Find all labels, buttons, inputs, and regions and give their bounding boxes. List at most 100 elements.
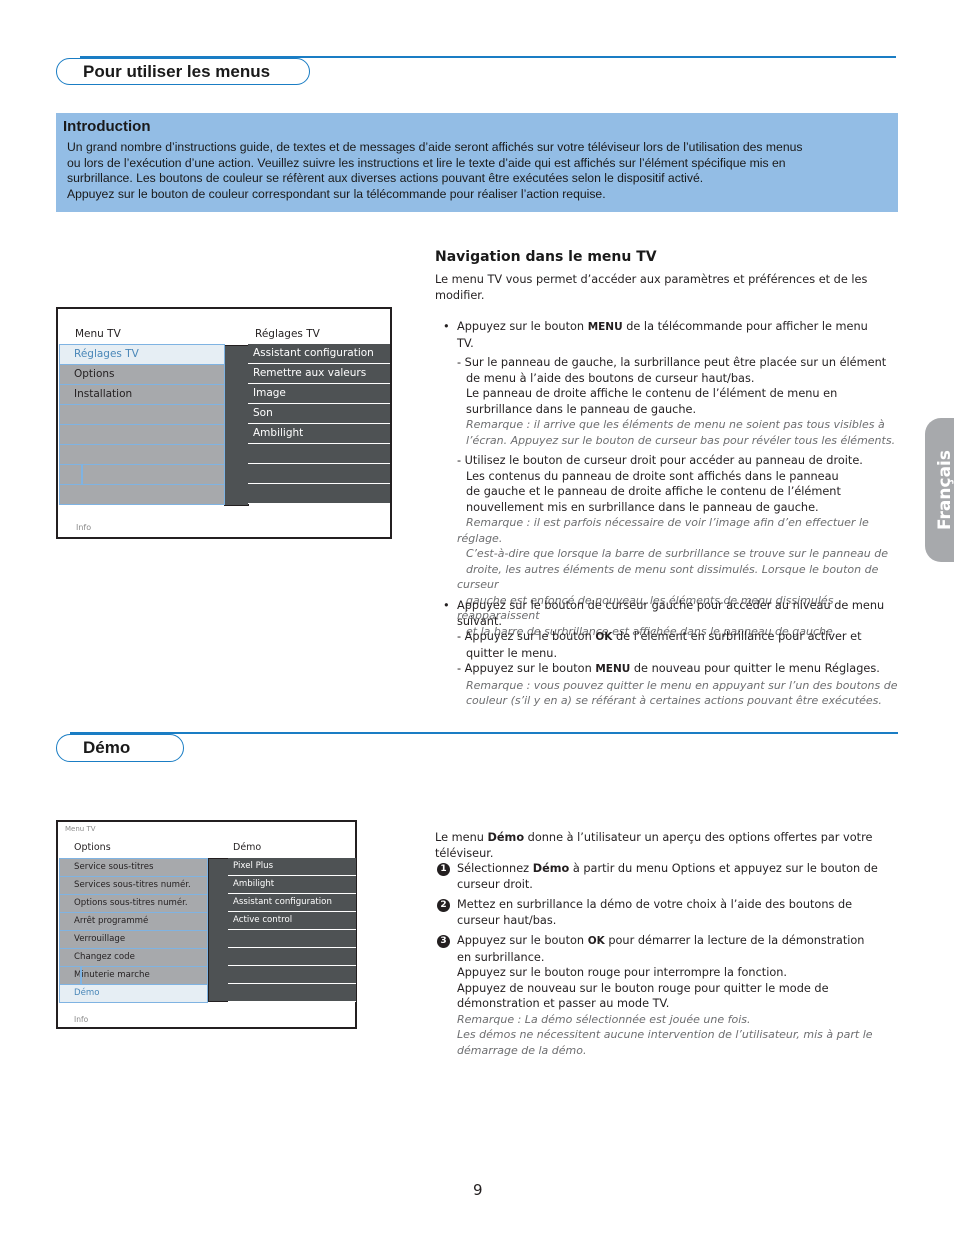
right-menu-item[interactable]: Assistant configuration [248, 344, 390, 364]
remark-line: Les démos ne nécessitent aucune interven… [457, 1028, 873, 1041]
sub-item: - Appuyez sur le bouton OK de l’élément … [457, 629, 907, 709]
text: à partir du menu Options et appuyez sur … [569, 862, 878, 875]
left-menu-item[interactable]: Services sous-titres numér. [59, 876, 208, 894]
text: - Appuyez sur le bouton [457, 630, 596, 643]
text: Sélectionnez [457, 862, 533, 875]
left-menu-item[interactable] [59, 404, 225, 424]
step-3: Appuyez sur le bouton OK pour démarrer l… [457, 933, 902, 1058]
text: Appuyez sur le bouton [457, 320, 588, 333]
left-menu-item[interactable]: Verrouillage [59, 930, 208, 948]
key-label: MENU [587, 321, 623, 333]
text-line: Les contenus du panneau de droite sont a… [466, 469, 839, 483]
right-menu-item[interactable]: Pixel Plus [228, 858, 356, 876]
step-number-icon: 3 [437, 935, 450, 948]
bullet-text: Appuyez sur le bouton de curseur gauche … [457, 598, 907, 629]
introduction-title: Introduction [63, 118, 151, 135]
right-menu-item[interactable] [228, 948, 356, 966]
left-menu-item[interactable]: Démo [59, 984, 208, 1003]
right-menu-item[interactable] [248, 464, 390, 484]
intro-line: Appuyez sur le bouton de couleur corresp… [67, 186, 606, 201]
text: - Appuyez sur le bouton [457, 662, 596, 675]
text-line: Appuyez de nouveau sur le bouton rouge p… [457, 981, 829, 995]
key-label: Démo [532, 862, 570, 875]
intro-line: surbrillance. Les boutons de couleur se … [67, 171, 704, 186]
left-menu-item[interactable]: Options [59, 364, 225, 384]
left-menu-item[interactable]: Changez code [59, 948, 208, 966]
text-line: curseur haut/bas. [457, 913, 557, 927]
left-panel-header: Menu TV [75, 328, 121, 340]
bullet-item: • [443, 598, 450, 614]
left-menu-item[interactable]: Arrêt programmé [59, 912, 208, 930]
text: Le menu [435, 831, 488, 844]
text-line: Mettez en surbrillance la démo de votre … [457, 898, 853, 911]
text-line: Le menu TV vous permet d’accéder aux par… [435, 273, 868, 286]
navigation-intro: Le menu TV vous permet d’accéder aux par… [435, 272, 867, 303]
scrollbar[interactable] [224, 345, 249, 506]
language-tab[interactable]: Français [925, 418, 954, 562]
text-line: de menu à l’aide des boutons de curseur … [466, 371, 755, 385]
right-menu-item[interactable]: Active control [228, 912, 356, 930]
step-number-icon: 1 [437, 863, 450, 876]
right-menu-item[interactable]: Ambilight [248, 424, 390, 444]
section-title-text: Pour utiliser les menus [83, 62, 271, 81]
top-label: Menu TV [65, 825, 96, 833]
remark-line: droite, les autres éléments de menu sont… [457, 562, 879, 592]
text: de la télécommande pour afficher le menu [622, 320, 868, 333]
bullet-text: Appuyez sur le bouton MENU de la télécom… [457, 319, 907, 351]
remark-line: Remarque : il est parfois nécessaire de … [457, 516, 869, 545]
text: de l’élément en surbrillance pour active… [612, 630, 862, 643]
right-menu-item[interactable]: Remettre aux valeurs [248, 364, 390, 384]
text-line: - Utilisez le bouton de curseur droit po… [457, 454, 863, 467]
info-label: Info [76, 523, 92, 532]
key-label: OK [595, 631, 613, 643]
text-line: de gauche et le panneau de droite affich… [466, 485, 841, 498]
remark-line: Remarque : La démo sélectionnée est joué… [457, 1012, 751, 1026]
text-line: surbrillance dans le panneau de gauche. [466, 402, 697, 416]
text: quitter le menu. [466, 646, 558, 660]
page-number: 9 [473, 1181, 483, 1199]
left-menu-item[interactable] [59, 424, 225, 444]
introduction-text: Un grand nombre d’instructions guide, de… [67, 140, 887, 202]
right-menu-item[interactable]: Son [248, 404, 390, 424]
info-label: Info [74, 1015, 89, 1024]
section-title-text: Démo [83, 738, 131, 757]
right-menu-item[interactable] [228, 966, 356, 984]
left-menu-item[interactable] [59, 464, 225, 484]
right-menu-item[interactable]: Assistant configuration [228, 894, 356, 912]
right-menu-item[interactable]: Ambilight [228, 876, 356, 894]
right-panel-header: Démo [233, 842, 262, 853]
section-title-menus: Pour utiliser les menus [56, 58, 310, 85]
left-menu-item[interactable]: Service sous-titres [59, 858, 208, 876]
text: de nouveau pour quitter le menu Réglages… [630, 662, 880, 675]
text-line: modifier. [435, 288, 485, 302]
text-line: en surbrillance. [457, 950, 545, 964]
right-menu-item[interactable] [228, 930, 356, 948]
text-line: Appuyez sur le bouton de curseur gauche … [457, 599, 885, 612]
left-menu-item[interactable] [59, 444, 225, 464]
row-divider [81, 465, 83, 485]
right-menu-item[interactable]: Image [248, 384, 390, 404]
scrollbar[interactable] [208, 858, 230, 1002]
step-1: Sélectionnez Démo à partir du menu Optio… [457, 861, 902, 892]
left-menu-item[interactable]: Options sous-titres numér. [59, 894, 208, 912]
remark-line: l’écran. Appuyez sur le bouton de curseu… [466, 433, 896, 447]
left-panel-header: Options [74, 842, 111, 853]
sub-item: - Sur le panneau de gauche, la surbrilla… [457, 355, 907, 448]
right-menu-item[interactable] [228, 984, 356, 1002]
text: pour démarrer la lecture de la démonstra… [604, 934, 865, 947]
right-menu-item[interactable] [248, 484, 390, 504]
key-label: Démo [487, 831, 525, 844]
step-2: Mettez en surbrillance la démo de votre … [457, 897, 902, 928]
right-menu-item[interactable] [248, 444, 390, 464]
introduction-box: Introduction Un grand nombre d’instructi… [56, 113, 898, 212]
section-divider [70, 732, 898, 734]
remark-line: démarrage de la démo. [457, 1043, 587, 1057]
text: TV. [457, 336, 474, 350]
text-line: nouvellement mis en surbrillance dans le… [466, 500, 819, 514]
left-menu-item[interactable]: Réglages TV [59, 344, 225, 364]
left-menu-item[interactable] [59, 484, 225, 505]
left-menu-item[interactable]: Installation [59, 384, 225, 404]
text: téléviseur. [435, 846, 494, 860]
right-panel-header: Réglages TV [255, 328, 320, 340]
intro-line: ou lors de l’exécution d’une action. Veu… [67, 155, 786, 170]
